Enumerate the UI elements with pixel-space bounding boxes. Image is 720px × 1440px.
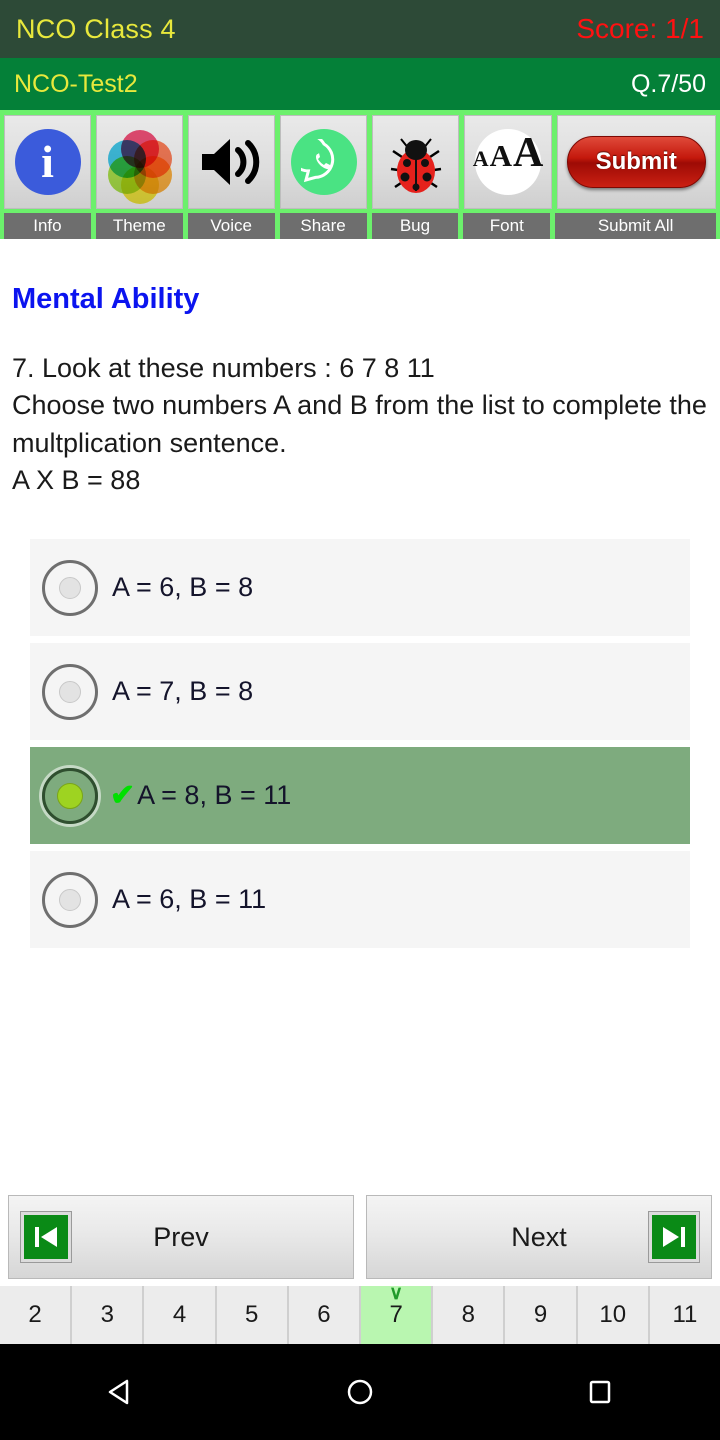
question-counter: Q.7/50 <box>630 69 706 98</box>
pager-item-2[interactable]: 2 <box>0 1286 71 1344</box>
radio-button-selected-icon[interactable] <box>42 767 98 824</box>
toolbar: i A A A Submit <box>0 110 720 213</box>
toolbar-label-share[interactable]: Share <box>279 213 367 239</box>
prev-button-label: Prev <box>153 1221 209 1252</box>
toolbar-labels: Info Theme Voice Share Bug Font Submit A… <box>0 213 720 239</box>
test-name: NCO-Test2 <box>14 69 138 98</box>
toolbar-button-font[interactable]: AAA <box>464 115 552 209</box>
radio-button-unselected-icon[interactable] <box>42 559 98 616</box>
pager-item-11[interactable]: 11 <box>649 1286 720 1344</box>
submit-button-label: Submit <box>595 148 677 175</box>
answer-option-1[interactable]: A = 6, B = 8 <box>30 539 690 636</box>
answer-option-label: A = 6, B = 11 <box>112 884 267 914</box>
answer-option-4[interactable]: A = 6, B = 11 <box>30 851 690 948</box>
question-text: 7. Look at these numbers : 6 7 8 11 Choo… <box>12 353 707 495</box>
pager-item-label: 7 <box>389 1301 403 1328</box>
theme-palette-icon <box>107 130 172 204</box>
toolbar-label-bug[interactable]: Bug <box>371 213 459 239</box>
answer-option-label: A = 7, B = 8 <box>112 676 254 706</box>
question-content: Mental Ability 7. Look at these numbers … <box>0 239 720 1194</box>
pager-item-7-current[interactable]: ∨ 7 <box>361 1283 432 1344</box>
pager-item-8[interactable]: 8 <box>433 1286 504 1344</box>
toolbar-button-bug[interactable] <box>372 115 460 209</box>
pager-item-6[interactable]: 6 <box>288 1286 360 1344</box>
next-button[interactable]: Next <box>366 1195 712 1279</box>
pager-item-5[interactable]: 5 <box>216 1286 287 1344</box>
ladybug-icon <box>385 129 447 195</box>
whatsapp-share-icon <box>290 129 357 195</box>
answer-option-label: A = 8, B = 11 <box>137 780 292 810</box>
radio-button-unselected-icon[interactable] <box>42 871 98 928</box>
app-title: NCO Class 4 <box>16 13 176 44</box>
radio-button-unselected-icon[interactable] <box>42 663 98 720</box>
subject-title: Mental Ability <box>12 283 200 315</box>
toolbar-button-submit-all[interactable]: Submit <box>556 115 716 209</box>
toolbar-label-submit-all[interactable]: Submit All <box>555 213 716 239</box>
answer-option-label: A = 6, B = 8 <box>112 572 254 602</box>
pager-item-4[interactable]: 4 <box>144 1286 215 1344</box>
toolbar-label-font[interactable]: Font <box>463 213 551 239</box>
test-header: NCO-Test2 Q.7/50 <box>0 58 720 110</box>
next-arrow-icon <box>648 1211 700 1263</box>
prev-arrow-icon <box>20 1211 72 1263</box>
answer-option-2[interactable]: A = 7, B = 8 <box>30 643 690 740</box>
quiz-app-screen: NCO Class 4 Score: 1/1 NCO-Test2 Q.7/50 … <box>0 0 720 1440</box>
answer-option-3-selected[interactable]: ✔ A = 8, B = 11 <box>30 747 690 844</box>
pager-item-9[interactable]: 9 <box>505 1286 576 1344</box>
toolbar-button-voice[interactable] <box>188 115 276 209</box>
android-navigation-bar <box>0 1344 720 1440</box>
answer-options-list: A = 6, B = 8 A = 7, B = 8 ✔ A = 8, B = 1… <box>12 539 708 948</box>
app-header: NCO Class 4 Score: 1/1 <box>0 0 720 58</box>
back-triangle-icon[interactable] <box>97 1369 143 1415</box>
toolbar-button-theme[interactable] <box>96 115 184 209</box>
pager-item-10[interactable]: 10 <box>577 1286 648 1344</box>
toolbar-label-info[interactable]: Info <box>4 213 91 239</box>
toolbar-label-voice[interactable]: Voice <box>187 213 275 239</box>
question-pager: 2 3 4 5 6 ∨ 7 8 9 10 11 <box>0 1283 720 1344</box>
next-button-label: Next <box>511 1221 567 1252</box>
correct-check-icon: ✔ <box>110 778 136 812</box>
home-circle-icon[interactable] <box>337 1369 383 1415</box>
score-display: Score: 1/1 <box>576 13 704 44</box>
toolbar-label-theme[interactable]: Theme <box>95 213 183 239</box>
pager-answered-check-icon: ∨ <box>389 1283 404 1304</box>
navigation-buttons: Prev Next <box>0 1194 720 1286</box>
font-size-icon: AAA <box>473 129 543 195</box>
speaker-volume-icon <box>198 134 266 190</box>
info-icon: i <box>14 129 81 195</box>
recents-square-icon[interactable] <box>577 1369 623 1415</box>
toolbar-button-share[interactable] <box>280 115 368 209</box>
toolbar-button-info[interactable]: i <box>4 115 92 209</box>
pager-item-3[interactable]: 3 <box>72 1286 143 1344</box>
prev-button[interactable]: Prev <box>8 1195 354 1279</box>
submit-button-icon[interactable]: Submit <box>567 136 706 188</box>
